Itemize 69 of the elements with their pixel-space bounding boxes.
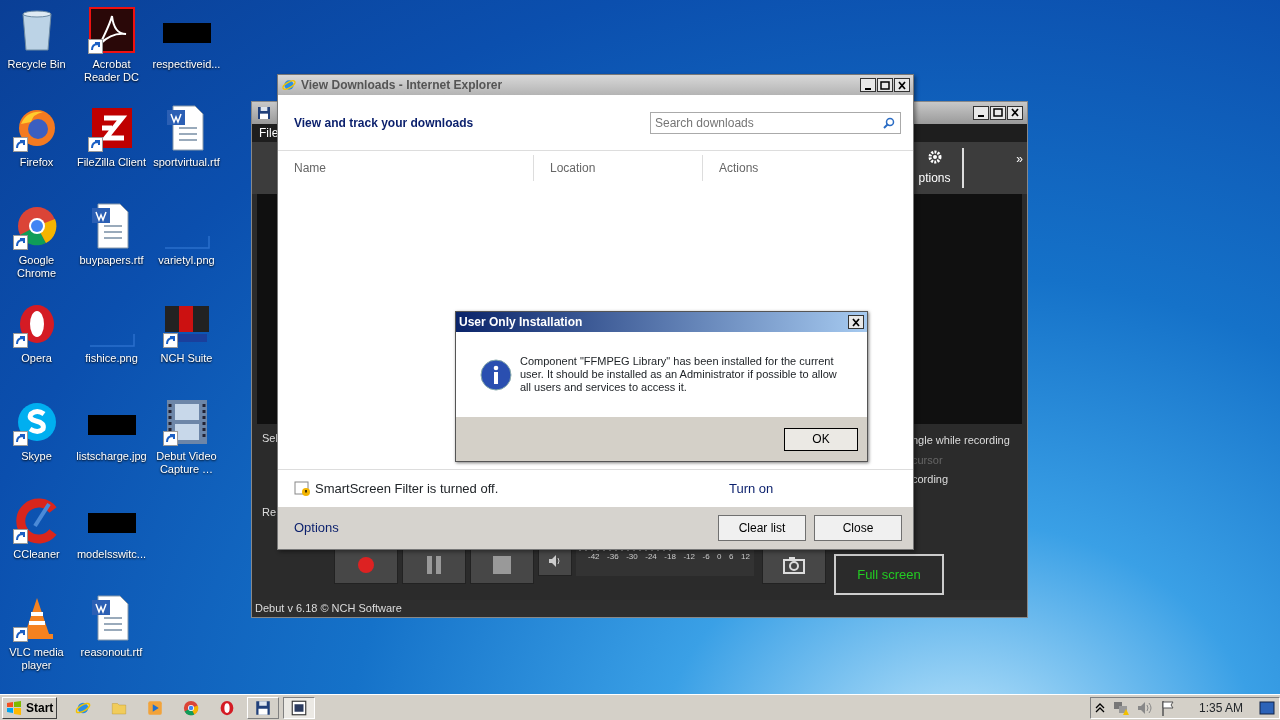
desktop-icon-label[interactable]: respectiveid... bbox=[149, 58, 224, 71]
meter-tick-label: 12 bbox=[741, 551, 750, 564]
option-label[interactable]: cording bbox=[912, 471, 1010, 488]
meter-tick-label: -24 bbox=[645, 551, 657, 564]
desktop-icon-label[interactable]: fishice.png bbox=[74, 352, 149, 365]
option-label: Sel bbox=[262, 431, 278, 447]
toolbar-label[interactable]: ptions bbox=[918, 168, 951, 187]
desktop-icon-label[interactable]: VLC media player bbox=[0, 646, 74, 672]
column-header[interactable]: Actions bbox=[719, 159, 759, 177]
desktop-icon-label[interactable]: Recycle Bin bbox=[0, 58, 74, 71]
media-player-icon[interactable] bbox=[146, 698, 165, 717]
windows-logo-icon bbox=[6, 700, 22, 715]
desktop-icon-label[interactable]: Google Chrome bbox=[0, 254, 74, 280]
search-icon[interactable] bbox=[883, 116, 895, 129]
column-header[interactable]: Location bbox=[550, 159, 596, 177]
desktop-icon-label[interactable]: CCleaner bbox=[0, 548, 74, 561]
desktop-icon-label[interactable]: varietyl.png bbox=[149, 254, 224, 267]
internet-explorer-icon bbox=[281, 77, 297, 93]
meter-tick-label: 0 bbox=[717, 551, 722, 564]
fullscreen-button[interactable]: Full screen bbox=[834, 554, 944, 596]
meter-tick-label: -12 bbox=[683, 551, 695, 564]
more-tools-button[interactable]: » bbox=[1016, 141, 1027, 194]
meter-tick-label: -36 bbox=[607, 551, 619, 564]
window-title: View Downloads - Internet Explorer bbox=[301, 77, 503, 94]
meter-tick-label: -30 bbox=[626, 551, 638, 564]
desktop-icon-label[interactable]: reasonout.rtf bbox=[74, 646, 149, 659]
desktop-icon-label[interactable]: Firefox bbox=[0, 156, 74, 169]
flag-icon[interactable] bbox=[1160, 699, 1175, 716]
options-link[interactable]: Options bbox=[294, 518, 718, 538]
show-hidden-icons-button[interactable] bbox=[1094, 702, 1105, 713]
dialog-title: User Only Installation bbox=[459, 314, 583, 331]
menu-item[interactable]: File bbox=[259, 123, 279, 142]
clear-list-button[interactable]: Clear list bbox=[718, 515, 806, 541]
gear-icon[interactable] bbox=[926, 148, 943, 165]
pause-icon[interactable] bbox=[424, 555, 444, 576]
show-desktop-button[interactable] bbox=[1259, 700, 1275, 715]
close-button[interactable]: Close bbox=[814, 515, 902, 541]
speaker-icon[interactable] bbox=[548, 554, 562, 569]
clock[interactable]: 1:35 AM bbox=[1198, 698, 1243, 717]
stop-icon[interactable] bbox=[492, 555, 512, 576]
smartscreen-status: SmartScreen Filter is turned off. bbox=[315, 479, 500, 498]
ok-button[interactable]: OK bbox=[784, 427, 858, 451]
desktop-icon-label[interactable]: Skype bbox=[0, 450, 74, 463]
meter-tick-label: -6 bbox=[702, 551, 710, 564]
shield-warning-icon bbox=[294, 480, 311, 497]
turn-on-link[interactable]: Turn on bbox=[729, 478, 774, 499]
option-label: Re bbox=[262, 504, 277, 520]
meter-tick-label: 6 bbox=[729, 551, 734, 564]
downloads-heading: View and track your downloads bbox=[294, 114, 475, 132]
desktop-icon-label[interactable]: modelsswitc... bbox=[74, 548, 149, 561]
column-header[interactable]: Name bbox=[294, 159, 326, 177]
start-button[interactable]: Start bbox=[2, 696, 58, 719]
dialog-message: Component "FFMPEG Library" has been installed for the current user. It should be installed as an Administrator if possible to allow all users and services to access it. bbox=[520, 355, 838, 394]
info-icon bbox=[480, 358, 512, 391]
desktop-icon-label[interactable]: listscharge.jpg bbox=[74, 450, 149, 463]
pdf-logo-icon[interactable] bbox=[87, 6, 136, 54]
desktop-icon-label[interactable]: buypapers.rtf bbox=[74, 254, 149, 267]
meter-tick-label: -42 bbox=[588, 551, 600, 564]
desktop-icon-label[interactable]: Debut Video Capture … bbox=[149, 450, 224, 476]
desktop-icon-label[interactable]: Acrobat Reader DC bbox=[74, 58, 149, 84]
desktop-icon-label[interactable]: FileZilla Client bbox=[74, 156, 149, 169]
search-field[interactable]: Search downloads bbox=[650, 111, 901, 134]
desktop-icon-label[interactable]: NCH Suite bbox=[149, 352, 224, 365]
desktop-icon-label[interactable]: sportvirtual.rtf bbox=[149, 156, 224, 169]
desktop-icon-label[interactable]: Opera bbox=[0, 352, 74, 365]
meter-tick-label: -18 bbox=[664, 551, 676, 564]
window-screen-icon[interactable] bbox=[290, 698, 309, 717]
camera-icon[interactable] bbox=[783, 556, 805, 575]
network-warning-icon[interactable] bbox=[1112, 699, 1129, 716]
